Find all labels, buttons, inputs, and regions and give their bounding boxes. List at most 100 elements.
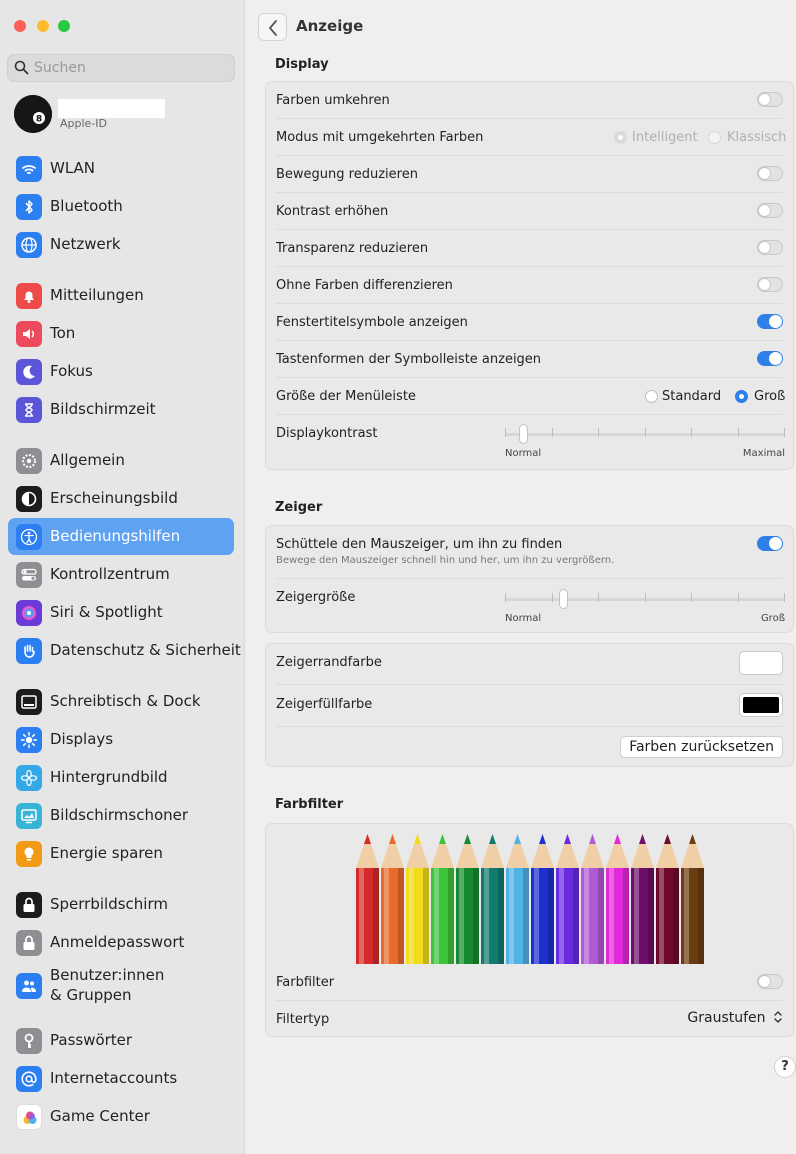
sidebar-item-label: Bildschirmzeit <box>50 400 156 418</box>
siri-icon <box>16 600 42 626</box>
shake-to-locate-description: Bewege den Mauszeiger schnell hin und he… <box>276 555 615 566</box>
sidebar-item-game-center[interactable]: Game Center <box>8 1098 234 1135</box>
pencil <box>606 834 629 964</box>
sidebar-item-label: Bluetooth <box>50 197 123 215</box>
sidebar-item-screensaver[interactable]: Bildschirmschoner <box>8 797 234 834</box>
filter-type-label: Filtertyp <box>276 1012 330 1027</box>
sidebar-item-switches[interactable]: Kontrollzentrum <box>8 556 234 593</box>
setting-label: Transparenz reduzieren <box>276 241 429 256</box>
sidebar-item-key[interactable]: Passwörter <box>8 1022 234 1059</box>
sidebar-item-label: Schreibtisch & Dock <box>50 692 201 710</box>
slider-min-label: Normal <box>505 613 542 624</box>
setting-toggle[interactable] <box>757 314 783 329</box>
reset-colors-button[interactable]: Farben zurücksetzen <box>620 736 783 758</box>
speaker-icon <box>16 321 42 347</box>
profile-subtitle: Apple-ID <box>60 117 107 130</box>
sidebar-item-label: Sperrbildschirm <box>50 895 168 913</box>
setting-toggle[interactable] <box>757 277 783 292</box>
pencil <box>506 834 529 964</box>
setting-toggle[interactable] <box>757 166 783 181</box>
setting-label: Kontrast erhöhen <box>276 204 389 219</box>
sidebar-item-bulb[interactable]: Energie sparen <box>8 835 234 872</box>
sidebar-item-lock[interactable]: Anmeldepasswort <box>8 924 234 961</box>
slider-thumb[interactable] <box>559 589 569 609</box>
wifi-icon <box>16 156 42 182</box>
zoom-window-button[interactable] <box>58 20 70 32</box>
pointer-settings-group: Schüttele den Mauszeiger, um ihn zu find… <box>265 525 794 633</box>
sidebar-item-bluetooth[interactable]: Bluetooth <box>8 188 234 225</box>
sidebar-item-bell[interactable]: Mitteilungen <box>8 277 234 314</box>
sidebar-item-users[interactable]: Benutzer:innen & Gruppen <box>8 966 234 1004</box>
radio-groß[interactable] <box>735 390 748 403</box>
dock-icon <box>16 689 42 715</box>
pointer-outline-color-well[interactable] <box>739 651 783 675</box>
sidebar-item-lock-screen[interactable]: Sperrbildschirm <box>8 886 234 923</box>
section-title-pointer: Zeiger <box>275 500 323 515</box>
profile-name-redacted <box>58 99 165 118</box>
setting-label: Fenstertitelsymbole anzeigen <box>276 315 468 330</box>
pencil <box>406 834 429 964</box>
radio-klassisch[interactable] <box>708 131 721 144</box>
sidebar-item-sun[interactable]: Displays <box>8 721 234 758</box>
sidebar-item-label: Anmeldepasswort <box>50 933 185 951</box>
sidebar-item-speaker[interactable]: Ton <box>8 315 234 352</box>
sidebar-item-accessibility[interactable]: Bedienungshilfen <box>8 518 234 555</box>
setting-toggle[interactable] <box>757 92 783 107</box>
pencil <box>531 834 554 964</box>
search-field[interactable] <box>7 54 235 82</box>
pencil <box>656 834 679 964</box>
lock-screen-icon <box>16 892 42 918</box>
hand-icon <box>16 638 42 664</box>
sidebar-item-label: Hintergrundbild <box>50 768 168 786</box>
sidebar-item-label: Allgemein <box>50 451 125 469</box>
back-button[interactable] <box>258 13 287 41</box>
sidebar-item-appearance[interactable]: Erscheinungsbild <box>8 480 234 517</box>
pointer-size-slider[interactable]: Normal Groß <box>505 589 785 624</box>
sidebar: 8 Apple-ID WLAN Bluetooth Netzwerk Mitteilu… <box>0 0 245 1154</box>
filter-type-select[interactable]: Graustufen <box>687 1010 783 1026</box>
sidebar-item-siri[interactable]: Siri & Spotlight <box>8 594 234 631</box>
search-input[interactable] <box>34 58 224 78</box>
setting-toggle[interactable] <box>757 351 783 366</box>
minimize-window-button[interactable] <box>37 20 49 32</box>
sidebar-item-dock[interactable]: Schreibtisch & Dock <box>8 683 234 720</box>
key-icon <box>16 1028 42 1054</box>
bluetooth-icon <box>16 194 42 220</box>
close-window-button[interactable] <box>14 20 26 32</box>
radio-standard[interactable] <box>645 390 658 403</box>
sidebar-item-at[interactable]: Internetaccounts <box>8 1060 234 1097</box>
sidebar-item-hand[interactable]: Datenschutz & Sicherheit <box>8 632 241 669</box>
svg-text:8: 8 <box>36 115 42 125</box>
section-title-color-filters: Farbfilter <box>275 797 344 812</box>
sidebar-item-label: Game Center <box>50 1107 150 1125</box>
sun-icon <box>16 727 42 753</box>
sidebar-item-label: WLAN <box>50 159 96 177</box>
setting-toggle[interactable] <box>757 240 783 255</box>
sidebar-item-globe[interactable]: Netzwerk <box>8 226 234 263</box>
color-filter-toggle[interactable] <box>757 974 783 989</box>
pencil <box>456 834 479 964</box>
pointer-fill-color-well[interactable] <box>739 693 783 717</box>
radio-intelligent[interactable] <box>614 131 627 144</box>
flower-icon <box>16 765 42 791</box>
sidebar-item-wifi[interactable]: WLAN <box>8 150 234 187</box>
shake-to-locate-toggle[interactable] <box>757 536 783 551</box>
setting-toggle[interactable] <box>757 203 783 218</box>
sidebar-item-gear[interactable]: Allgemein <box>8 442 234 479</box>
pencil <box>681 834 704 964</box>
sidebar-item-flower[interactable]: Hintergrundbild <box>8 759 234 796</box>
main-pane: Anzeige Display Farben umkehren Modus mit… <box>245 0 796 1154</box>
display-contrast-slider[interactable]: Normal Maximal <box>505 424 785 459</box>
page-title: Anzeige <box>296 17 364 35</box>
help-button[interactable]: ? <box>774 1056 796 1078</box>
sidebar-item-moon[interactable]: Fokus <box>8 353 234 390</box>
sidebar-item-label: Energie sparen <box>50 844 163 862</box>
slider-thumb[interactable] <box>518 424 528 444</box>
switches-icon <box>16 562 42 588</box>
sidebar-item-label: Mitteilungen <box>50 286 144 304</box>
display-row: Farben umkehren <box>276 82 783 119</box>
sidebar-item-hourglass[interactable]: Bildschirmzeit <box>8 391 234 428</box>
display-row: Tastenformen der Symbolleiste anzeigen <box>276 341 783 378</box>
apple-id-profile[interactable]: 8 Apple-ID <box>14 95 234 137</box>
lock-icon <box>16 930 42 956</box>
